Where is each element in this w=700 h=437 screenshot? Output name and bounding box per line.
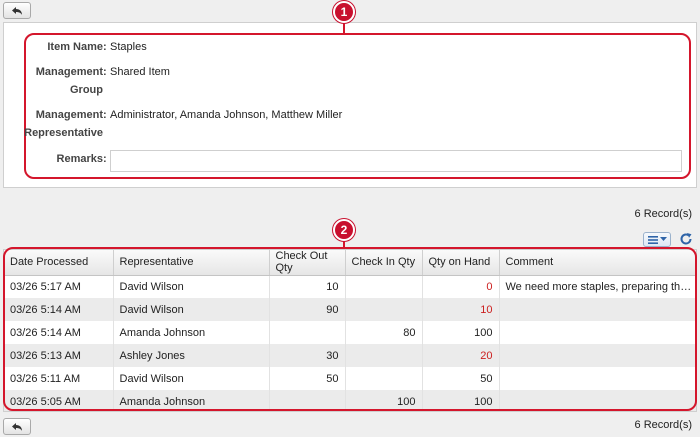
- remarks-field[interactable]: [110, 150, 682, 172]
- management-representative-label: Management Representative: [24, 109, 103, 139]
- view-options-button[interactable]: [643, 232, 671, 247]
- highlight-box-2: [3, 247, 697, 411]
- record-count-bottom: 6 Record(s): [634, 419, 692, 431]
- back-arrow-icon: [12, 6, 22, 15]
- marker-1-line: [343, 22, 345, 34]
- refresh-icon[interactable]: [679, 232, 693, 246]
- remarks-label: Remarks: [56, 153, 103, 165]
- management-representative-value: Administrator, Amanda Johnson, Matthew M…: [110, 109, 343, 121]
- management-group-label: Management Group: [35, 66, 103, 96]
- item-name-colon: :: [103, 41, 107, 53]
- marker-2: 2: [333, 219, 355, 241]
- record-count-top: 6 Record(s): [634, 208, 692, 220]
- management-group-colon: :: [103, 66, 107, 78]
- chevron-down-icon: [659, 237, 667, 241]
- item-name-value: Staples: [110, 41, 147, 53]
- back-button-bottom[interactable]: [3, 418, 31, 435]
- list-view-icon: [647, 235, 658, 244]
- back-arrow-icon: [12, 422, 22, 431]
- remarks-colon: :: [103, 153, 107, 165]
- marker-1: 1: [333, 1, 355, 23]
- back-button-top[interactable]: [3, 2, 31, 19]
- item-name-label: Item Name: [47, 41, 103, 53]
- management-group-value: Shared Item: [110, 66, 170, 78]
- management-representative-colon: :: [103, 109, 107, 121]
